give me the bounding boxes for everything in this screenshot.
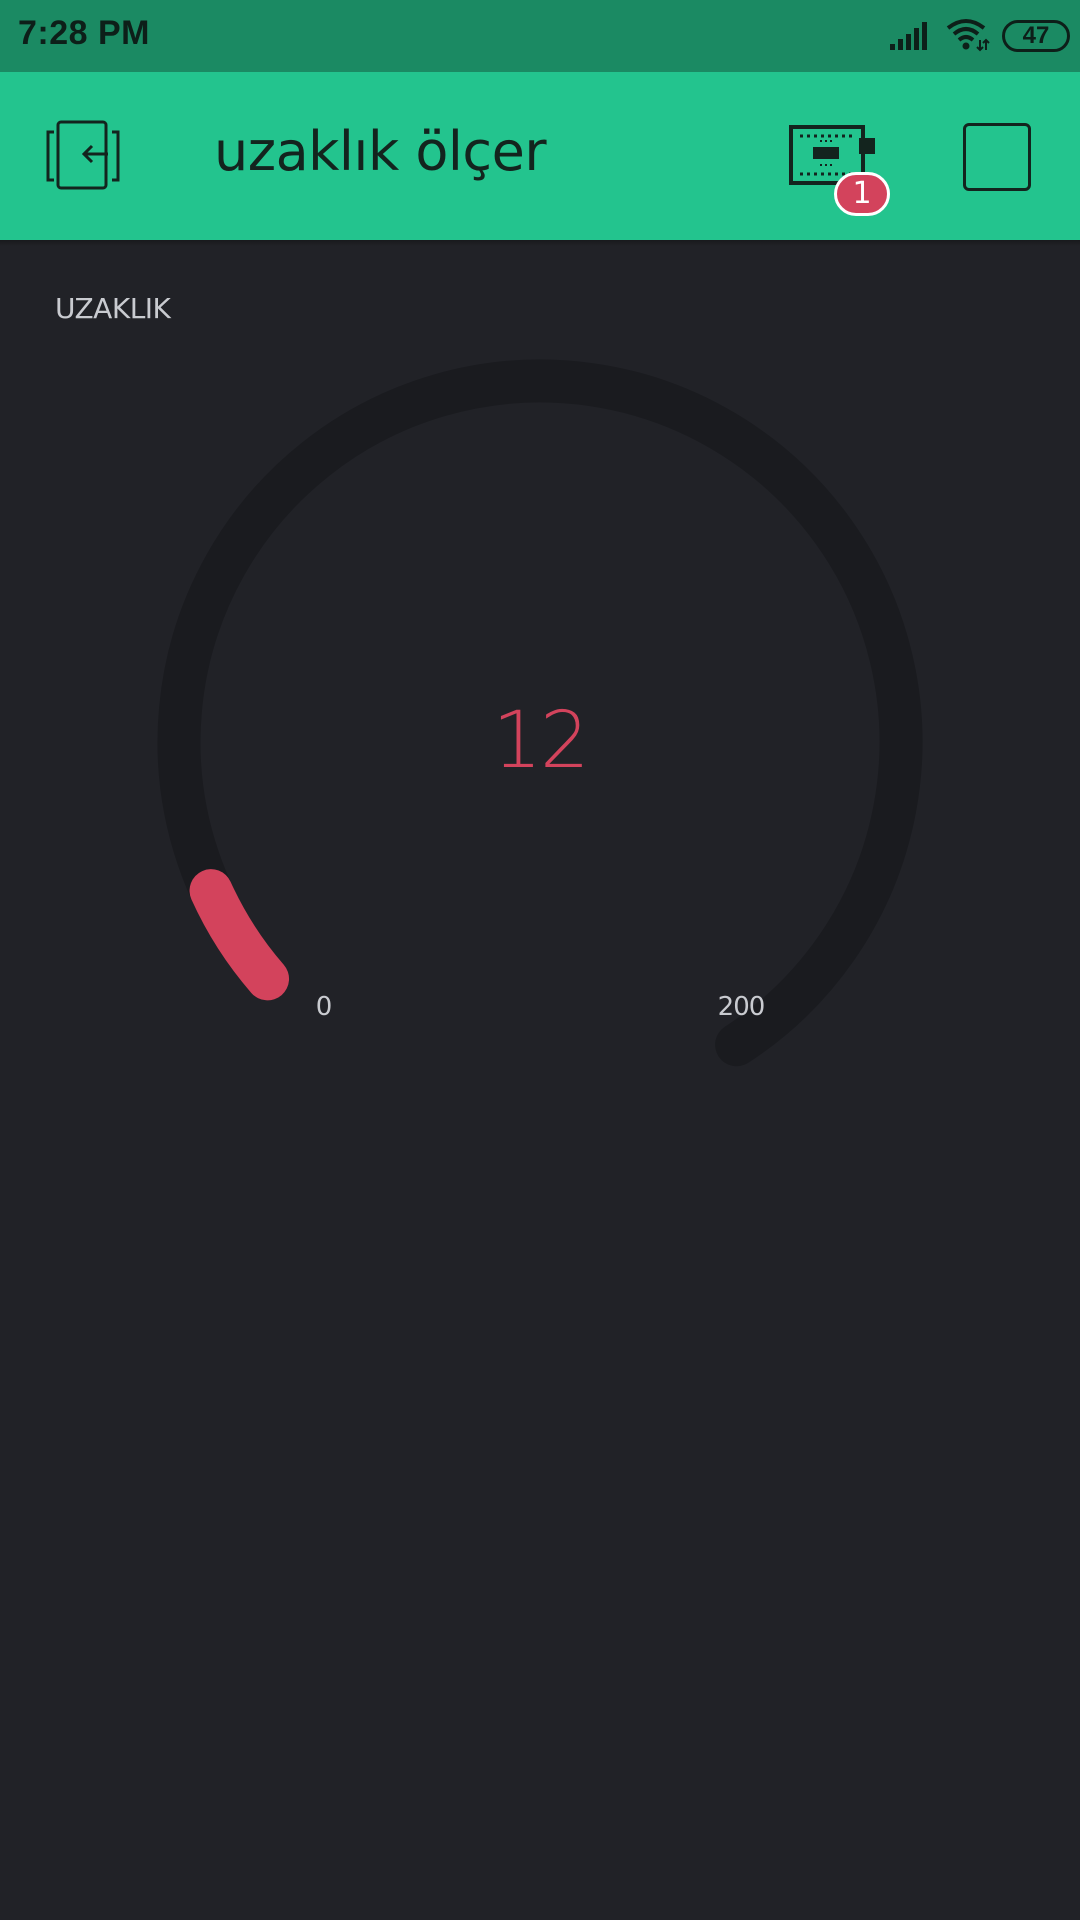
gauge-fill (189, 869, 290, 1001)
gauge-value: 12 (492, 696, 589, 786)
gauge-widget (157, 359, 923, 1067)
gauge-max-label: 200 (717, 992, 766, 1022)
gauge-min-label: 0 (315, 992, 333, 1022)
